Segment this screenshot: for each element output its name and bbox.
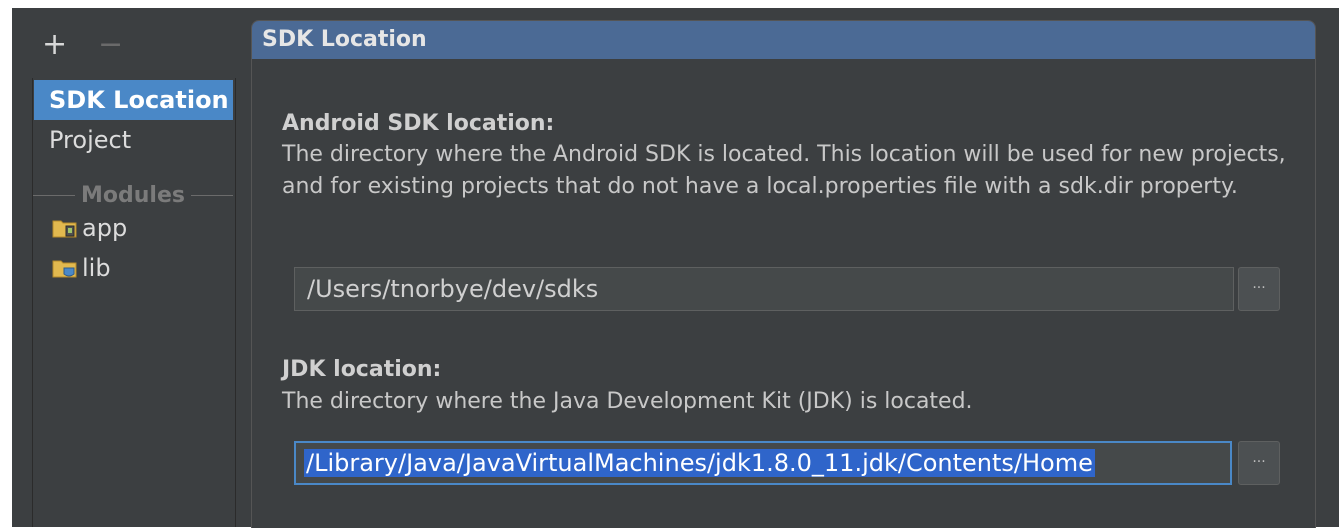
jdk-browse-button[interactable]: ··· — [1238, 441, 1280, 485]
sdk-location-panel: SDK Location Android SDK location: The d… — [251, 20, 1316, 528]
android-sdk-path-text: /Users/tnorbye/dev/sdks — [307, 275, 599, 303]
sidebar-item-app[interactable]: app — [34, 208, 233, 248]
modules-separator: Modules — [33, 180, 234, 210]
jdk-description: The directory where the Java Development… — [282, 389, 973, 414]
android-sdk-description: The directory where the Android SDK is l… — [282, 142, 1286, 199]
jdk-path-text: /Library/Java/JavaVirtualMachines/jdk1.8… — [304, 449, 1095, 477]
project-structure-window: + − SDK Location Project Modules app lib… — [12, 8, 1339, 528]
jdk-path-field[interactable]: /Library/Java/JavaVirtualMachines/jdk1.8… — [294, 441, 1232, 485]
android-sdk-browse-button[interactable]: ··· — [1238, 267, 1280, 311]
android-module-folder-icon — [52, 220, 77, 238]
jdk-title: JDK location: — [282, 357, 442, 382]
separator-line — [33, 194, 76, 196]
library-module-folder-icon — [52, 260, 77, 278]
android-sdk-path-field[interactable]: /Users/tnorbye/dev/sdks — [294, 267, 1234, 311]
module-label: app — [82, 214, 128, 242]
left-panel: + − SDK Location Project Modules app lib — [12, 8, 247, 527]
sidebar-item-sdk-location[interactable]: SDK Location — [34, 80, 233, 120]
android-sdk-title: Android SDK location: — [282, 111, 555, 136]
separator-line — [191, 194, 234, 196]
sidebar-item-lib[interactable]: lib — [34, 248, 233, 288]
panel-title: SDK Location — [252, 21, 1315, 59]
module-label: lib — [82, 254, 111, 282]
sidebar-list: SDK Location Project Modules app lib — [32, 78, 236, 527]
remove-button[interactable]: − — [98, 30, 123, 60]
modules-header: Modules — [81, 182, 185, 208]
sidebar-item-project[interactable]: Project — [34, 120, 233, 160]
add-button[interactable]: + — [42, 30, 67, 60]
